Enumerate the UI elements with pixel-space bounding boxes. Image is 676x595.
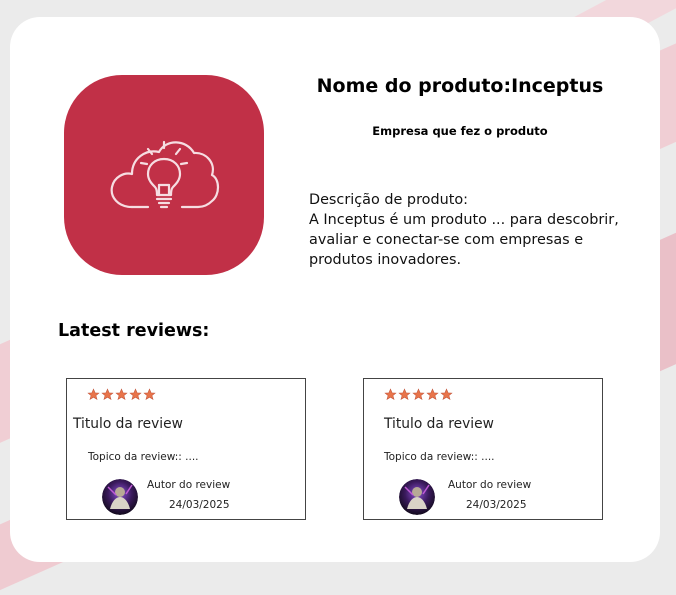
review-author: Autor do review — [448, 479, 532, 491]
review-date: 24/03/2025 — [169, 499, 230, 511]
review-title: Titulo da review — [384, 416, 494, 432]
star-icon — [412, 388, 425, 400]
star-icon — [440, 388, 453, 400]
review-topic: Topico da review:: .... — [384, 451, 495, 463]
cloud-lightbulb-icon — [110, 140, 220, 209]
review-author: Autor do review — [147, 479, 231, 491]
review-topic: Topico da review:: .... — [88, 451, 199, 463]
company-name: Empresa que fez o produto — [372, 124, 548, 138]
product-logo — [64, 75, 264, 275]
product-card: Nome do produto:Inceptus Empresa que fez… — [10, 17, 660, 562]
product-description: Descrição de produto: A Inceptus é um pr… — [309, 190, 649, 270]
product-title: Nome do produto:Inceptus — [316, 75, 604, 97]
description-label: Descrição de produto: — [309, 192, 469, 208]
review-title: Titulo da review — [73, 416, 183, 432]
star-icon — [384, 388, 397, 400]
star-icon — [143, 388, 156, 400]
star-icon — [426, 388, 439, 400]
reviews-heading: Latest reviews: — [58, 321, 210, 341]
star-icon — [101, 388, 114, 400]
avatar — [399, 479, 435, 515]
description-text: A Inceptus é um produto ... para descobr… — [309, 212, 619, 268]
star-icon — [129, 388, 142, 400]
avatar — [102, 479, 138, 515]
star-icon — [115, 388, 128, 400]
star-icon — [398, 388, 411, 400]
star-rating — [87, 388, 156, 401]
review-card[interactable]: Titulo da review Topico da review:: ....… — [66, 378, 306, 520]
review-card[interactable]: Titulo da review Topico da review:: ....… — [363, 378, 603, 520]
star-icon — [87, 388, 100, 400]
review-date: 24/03/2025 — [466, 499, 527, 511]
star-rating — [384, 388, 453, 401]
